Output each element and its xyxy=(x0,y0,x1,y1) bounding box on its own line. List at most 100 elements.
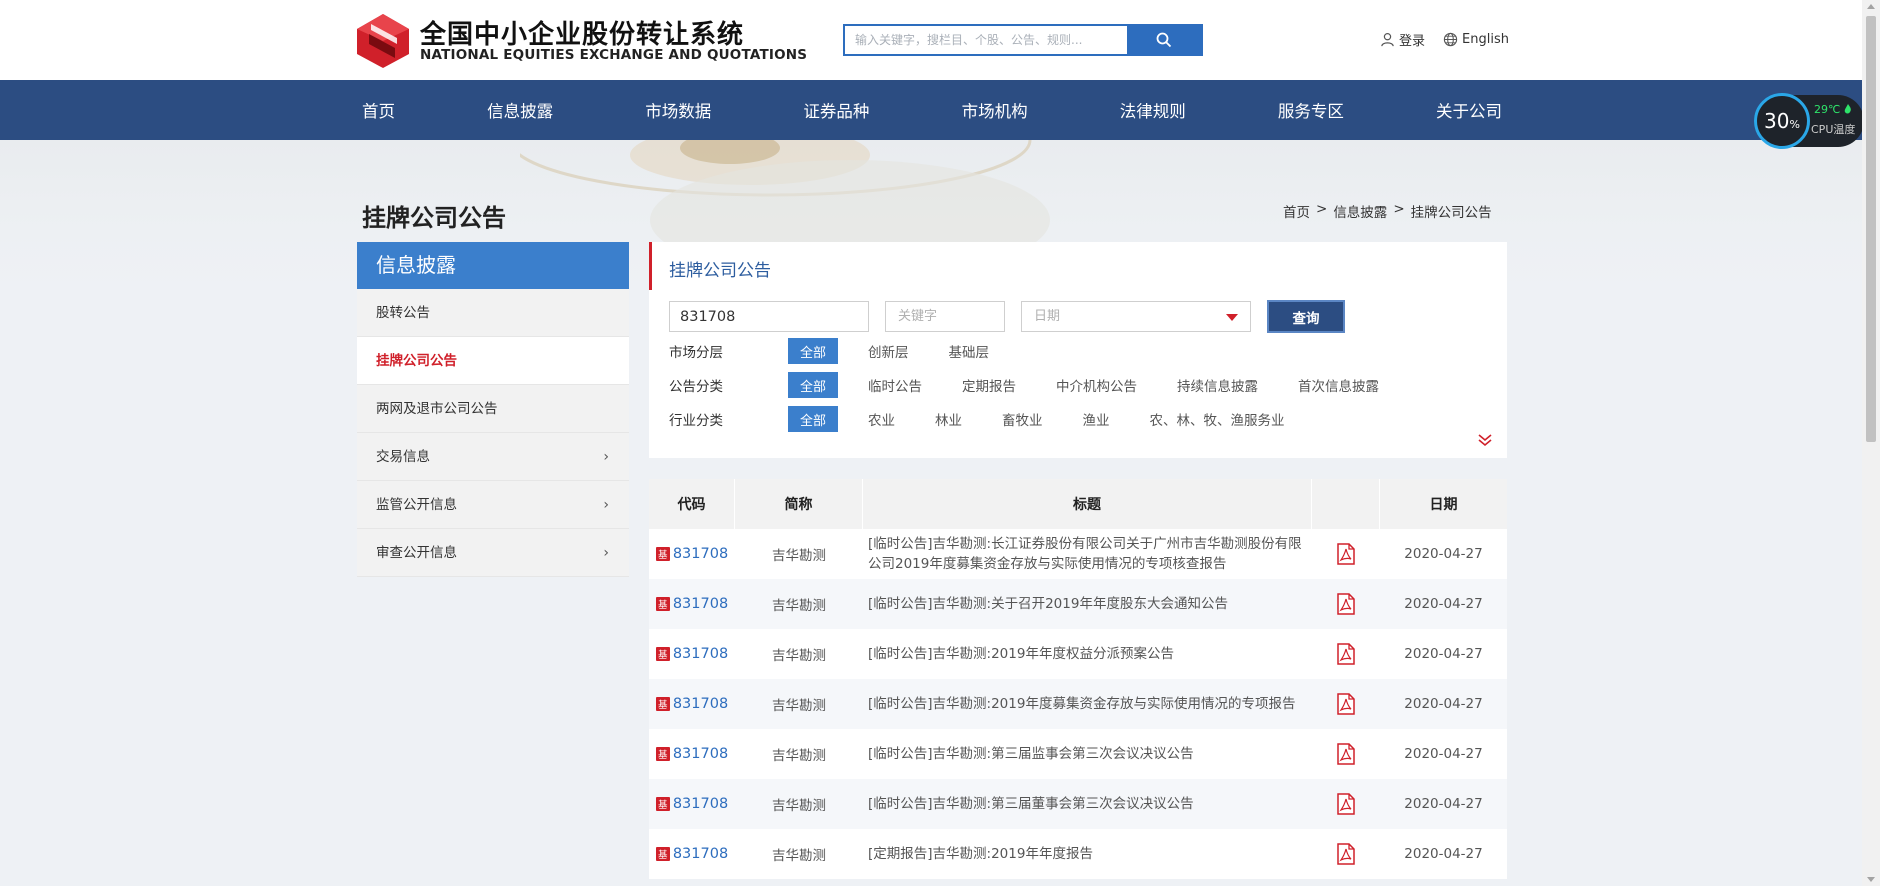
filter-label: 公告分类 xyxy=(669,379,723,395)
pdf-icon[interactable] xyxy=(1337,843,1355,865)
chevron-right-icon: › xyxy=(603,545,609,561)
sidebar-item[interactable]: 审查公开信息 › xyxy=(357,529,629,577)
search-input[interactable] xyxy=(845,26,1129,54)
filter-option[interactable]: 临时公告 xyxy=(868,375,922,395)
nav-item-rules[interactable]: 法律规则 xyxy=(1120,98,1186,122)
filter-option[interactable]: 创新层 xyxy=(868,341,909,361)
top-links: 登录 English xyxy=(1380,28,1527,50)
filter-label: 市场分层 xyxy=(669,345,723,361)
filter-option[interactable]: 定期报告 xyxy=(962,375,1016,395)
keyword-input[interactable] xyxy=(885,301,1005,332)
stock-code-link[interactable]: 831708 xyxy=(673,646,728,662)
cell-name: 吉华勘测 xyxy=(772,848,826,864)
neeq-logo-icon xyxy=(357,14,409,68)
sidebar-item[interactable]: 挂牌公司公告 xyxy=(357,337,629,385)
date-picker[interactable]: 日期 xyxy=(1021,301,1251,332)
cell-name: 吉华勘测 xyxy=(772,748,826,764)
filter-panel: 挂牌公司公告 日期 查询 市场分层全部创新层基础层 公告分类全部临时公告定期报告… xyxy=(649,242,1507,458)
cell-date: 2020-04-27 xyxy=(1404,646,1483,662)
scroll-up-arrow-icon[interactable] xyxy=(1867,4,1875,9)
scroll-down-arrow-icon[interactable] xyxy=(1867,877,1875,882)
filter-option[interactable]: 基础层 xyxy=(949,341,990,361)
site-logo[interactable]: 全国中小企业股份转让系统 NATIONAL EQUITIES EXCHANGE … xyxy=(357,12,807,70)
filter-option[interactable]: 林业 xyxy=(935,409,962,429)
announcement-title-link[interactable]: [临时公告]吉华勘测:2019年度募集资金存放与实际使用情况的专项报告 xyxy=(863,679,1312,729)
stock-code-link[interactable]: 831708 xyxy=(673,746,728,762)
language-link[interactable]: English xyxy=(1443,32,1509,47)
expand-chevron-icon[interactable] xyxy=(1477,432,1493,448)
nav-item-about[interactable]: 关于公司 xyxy=(1436,98,1502,122)
filter-option[interactable]: 农业 xyxy=(868,409,895,429)
code-input[interactable] xyxy=(669,301,869,332)
stock-code-link[interactable]: 831708 xyxy=(673,696,728,712)
sidebar-item-label: 审查公开信息 xyxy=(376,545,457,561)
code-wrap: 基 831708 xyxy=(655,696,728,712)
filter-option[interactable]: 持续信息披露 xyxy=(1177,375,1258,395)
nav-item-securities[interactable]: 证券品种 xyxy=(803,98,869,122)
table-row: 基 831708 吉华勘测 [临时公告]吉华勘测:关于召开2019年年度股东大会通知公… xyxy=(649,579,1507,629)
pdf-icon[interactable] xyxy=(1337,743,1355,765)
filter-option-all[interactable]: 全部 xyxy=(788,372,838,398)
search-button[interactable] xyxy=(1127,26,1201,54)
cpu-label: CPU温度 xyxy=(1811,123,1856,136)
stock-code-link[interactable]: 831708 xyxy=(673,546,728,562)
page-scrollbar[interactable] xyxy=(1862,0,1880,886)
nav-item-market-data[interactable]: 市场数据 xyxy=(645,98,711,122)
sidebar-item[interactable]: 两网及退市公司公告 xyxy=(357,385,629,433)
breadcrumb-disclosure[interactable]: 信息披露 xyxy=(1333,201,1387,221)
pdf-icon[interactable] xyxy=(1337,643,1355,665)
cell-pdf xyxy=(1312,779,1380,829)
filter-option-all[interactable]: 全部 xyxy=(788,338,838,364)
search-icon xyxy=(1156,32,1172,48)
cell-pdf xyxy=(1312,629,1380,679)
cell-date: 2020-04-27 xyxy=(1404,846,1483,862)
sidebar-item[interactable]: 监管公开信息 › xyxy=(357,481,629,529)
filter-option[interactable]: 农、林、牧、渔服务业 xyxy=(1150,409,1285,429)
header-title: 标题 xyxy=(863,479,1312,529)
pdf-icon[interactable] xyxy=(1337,593,1355,615)
table-row: 基 831708 吉华勘测 [定期报告]吉华勘测:2019年年度报告 2020-04-2… xyxy=(649,829,1507,879)
login-link[interactable]: 登录 xyxy=(1380,30,1425,49)
nav-item-services[interactable]: 服务专区 xyxy=(1278,98,1344,122)
cell-date: 2020-04-27 xyxy=(1404,696,1483,712)
sidebar-item[interactable]: 股转公告 xyxy=(357,289,629,337)
announcement-title-link[interactable]: [定期报告]吉华勘测:2019年年度报告 xyxy=(863,829,1312,879)
language-label: English xyxy=(1462,31,1509,47)
announcement-title-link[interactable]: [临时公告]吉华勘测:第三届董事会第三次会议决议公告 xyxy=(863,779,1312,829)
scrollbar-thumb[interactable] xyxy=(1866,16,1876,442)
pdf-icon[interactable] xyxy=(1337,543,1355,565)
basic-tier-badge: 基 xyxy=(655,797,670,811)
filter-option[interactable]: 畜牧业 xyxy=(1002,409,1043,429)
nav-item-institutions[interactable]: 市场机构 xyxy=(962,98,1028,122)
chevron-right-icon: › xyxy=(603,497,609,513)
sidebar-item-label: 股转公告 xyxy=(376,305,430,321)
flame-icon xyxy=(1844,104,1851,114)
announcement-title-link[interactable]: [临时公告]吉华勘测:第三届监事会第三次会议决议公告 xyxy=(863,729,1312,779)
pdf-icon[interactable] xyxy=(1337,693,1355,715)
table-row: 基 831708 吉华勘测 [临时公告]吉华勘测:长江证券股份有限公司关于广州市吉华勘… xyxy=(649,529,1507,579)
filter-option[interactable]: 首次信息披露 xyxy=(1298,375,1379,395)
filter-option[interactable]: 中介机构公告 xyxy=(1056,375,1137,395)
sidebar-item-label: 交易信息 xyxy=(376,449,430,465)
sidebar-item[interactable]: 交易信息 › xyxy=(357,433,629,481)
cpu-monitor-widget[interactable]: 30% 29℃ CPU温度 xyxy=(1754,93,1864,149)
nav-item-disclosure[interactable]: 信息披露 xyxy=(487,98,553,122)
filter-option-all[interactable]: 全部 xyxy=(788,406,838,432)
breadcrumb-home[interactable]: 首页 xyxy=(1283,201,1310,221)
main-nav-items: 首页 信息披露 市场数据 证券品种 市场机构 法律规则 服务专区 关于公司 xyxy=(357,80,1507,140)
filter-row-announcement-type: 公告分类 全部 临时公告 定期报告 中介机构公告 持续信息披露 首次信息披露 xyxy=(669,372,1419,398)
announcement-title-link[interactable]: [临时公告]吉华勘测:2019年年度权益分派预案公告 xyxy=(863,629,1312,679)
stock-code-link[interactable]: 831708 xyxy=(673,846,728,862)
announcement-title-link[interactable]: [临时公告]吉华勘测:关于召开2019年年度股东大会通知公告 xyxy=(863,579,1312,629)
nav-item-home[interactable]: 首页 xyxy=(362,98,395,122)
breadcrumb: 首页 > 信息披露 > 挂牌公司公告 xyxy=(1283,201,1492,221)
filter-option[interactable]: 渔业 xyxy=(1083,409,1110,429)
panel-accent-bar xyxy=(649,242,652,290)
code-wrap: 基 831708 xyxy=(655,596,728,612)
announcement-title-link[interactable]: [临时公告]吉华勘测:长江证券股份有限公司关于广州市吉华勘测股份有限公司2019… xyxy=(863,529,1312,579)
pdf-icon[interactable] xyxy=(1337,793,1355,815)
cell-name: 吉华勘测 xyxy=(772,698,826,714)
stock-code-link[interactable]: 831708 xyxy=(673,596,728,612)
stock-code-link[interactable]: 831708 xyxy=(673,796,728,812)
query-button[interactable]: 查询 xyxy=(1267,300,1345,333)
